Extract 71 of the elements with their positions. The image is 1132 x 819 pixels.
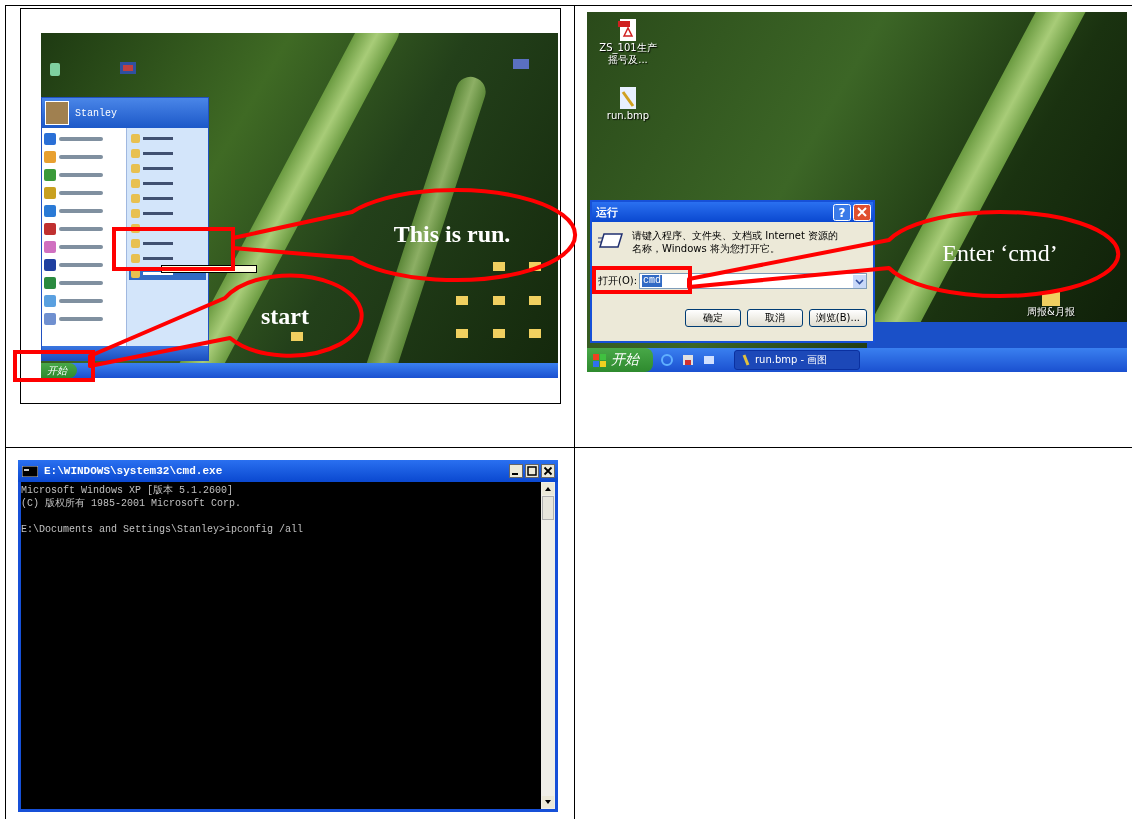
program-icon (44, 295, 56, 307)
image-file-icon (617, 86, 639, 110)
scroll-thumb[interactable] (542, 496, 554, 520)
scrollbar[interactable] (541, 482, 555, 809)
field-label: 打开(O): (598, 274, 638, 288)
blurred-label (59, 137, 103, 141)
folder-icon (456, 328, 468, 338)
minimize-button[interactable] (509, 464, 523, 478)
program-icon[interactable] (681, 353, 695, 367)
folder-icon (456, 295, 468, 305)
callout-text: This is run. (393, 220, 511, 248)
maximize-button[interactable] (525, 464, 539, 478)
dialog-message: 请键入程序、文件夹、文档或 Internet 资源的名称，Windows 将为您打开它。 (632, 230, 840, 255)
window-title: E:\WINDOWS\system32\cmd.exe (44, 465, 224, 477)
blurred-label (59, 317, 103, 321)
icon-label: ZS_101生产 摇号及... (599, 42, 657, 66)
scroll-down-icon[interactable] (542, 796, 554, 808)
folder-icon (529, 261, 541, 271)
windows-logo-icon (593, 353, 607, 367)
program-icon (44, 133, 56, 145)
program-icon (44, 313, 56, 325)
blurred-label (59, 191, 103, 195)
folder-icon (493, 295, 505, 305)
program-icon (44, 241, 56, 253)
pdf-file-icon (617, 18, 639, 42)
browser-icon[interactable] (660, 353, 674, 367)
folder-icon (493, 328, 505, 338)
dialog-button[interactable]: 确定 (684, 309, 741, 327)
blurred-label (59, 245, 103, 249)
avatar-placeholder (45, 101, 69, 125)
icon-label: run.bmp (606, 110, 650, 122)
program-icon (44, 277, 56, 289)
program-icon (44, 205, 56, 217)
scroll-up-icon[interactable] (542, 483, 554, 495)
blurred-label (59, 263, 103, 267)
console-line: Microsoft Windows XP [版本 5.1.2600] (21, 484, 235, 497)
program-icon (44, 187, 56, 199)
program-icon (44, 259, 56, 271)
desktop-icon[interactable] (702, 353, 716, 367)
start-button[interactable]: 开始 (587, 348, 653, 372)
folder-icon (291, 331, 303, 341)
dialog-button[interactable]: 浏览(B)... (808, 309, 867, 327)
help-button[interactable]: ? (833, 203, 851, 221)
blurred-label (59, 173, 103, 177)
blurred-label (59, 155, 103, 159)
icon-label: 周报&月报 (1027, 306, 1075, 318)
blurred-label (59, 209, 103, 213)
console-icon (22, 465, 38, 477)
dialog-button[interactable]: 取消 (746, 309, 803, 327)
start-button[interactable]: 开始 (41, 363, 77, 378)
folder-icon (493, 261, 505, 271)
program-icon (44, 151, 56, 163)
program-icon (119, 61, 137, 75)
console-line: E:\Documents and Settings\Stanley>ipconfig /all (21, 523, 305, 536)
callout-text: start (261, 302, 309, 330)
folder-icon (529, 295, 541, 305)
program-icon (44, 169, 56, 181)
callout-text: Enter ‘cmd’ (942, 239, 1058, 267)
taskbar-button[interactable]: run.bmp - 画图 (734, 350, 860, 370)
blurred-label (59, 299, 103, 303)
user-name: Stanley (75, 107, 117, 119)
blurred-label (59, 227, 103, 231)
folder-icon (529, 328, 541, 338)
console-line: (C) 版权所有 1985-2001 Microsoft Corp. (21, 497, 243, 510)
shortcut-icon (511, 57, 531, 71)
paint-icon (741, 354, 751, 366)
run-icon (598, 230, 624, 250)
program-icon (44, 223, 56, 235)
blurred-label (59, 281, 103, 285)
close-button[interactable] (541, 464, 555, 478)
dialog-title: 运行 (596, 204, 618, 220)
